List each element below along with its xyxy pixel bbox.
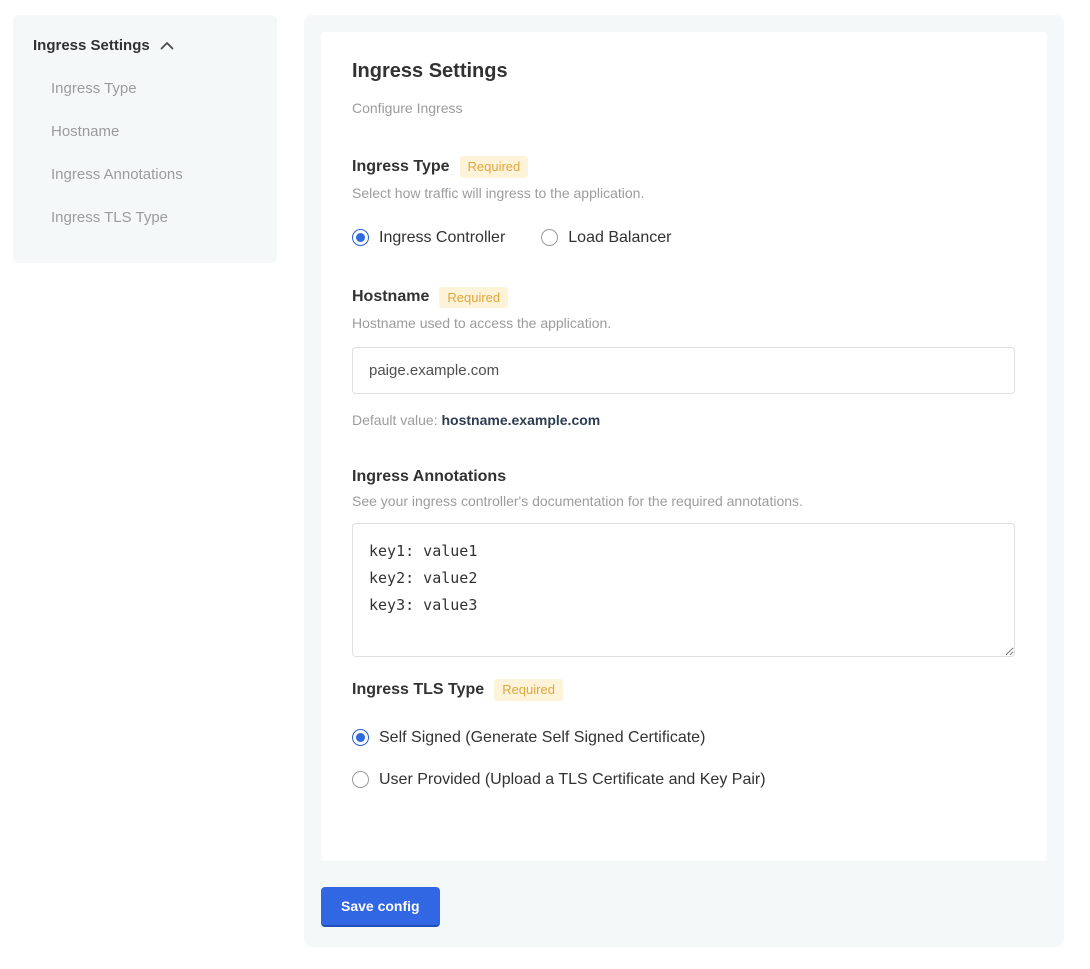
- save-config-button[interactable]: Save config: [321, 887, 440, 927]
- radio-label-self-signed: Self Signed (Generate Self Signed Certif…: [379, 729, 705, 747]
- tls-type-options: Self Signed (Generate Self Signed Certif…: [352, 729, 1016, 789]
- radio-unselected-icon: [541, 229, 558, 246]
- section-ingress-tls-type: Ingress TLS Type Required Self Signed (G…: [352, 679, 1016, 789]
- field-label-row: Ingress Type Required: [352, 156, 1016, 178]
- radio-label-ingress-controller: Ingress Controller: [379, 229, 505, 247]
- radio-selected-icon: [352, 229, 369, 246]
- sidebar-item-ingress-tls-type[interactable]: Ingress TLS Type: [51, 209, 257, 226]
- page-subtitle: Configure Ingress: [352, 100, 1016, 116]
- sidebar-item-ingress-type[interactable]: Ingress Type: [51, 80, 257, 97]
- section-hostname: Hostname Required Hostname used to acces…: [352, 287, 1016, 429]
- config-panel: Ingress Settings Configure Ingress Ingre…: [304, 15, 1064, 947]
- section-ingress-type: Ingress Type Required Select how traffic…: [352, 156, 1016, 247]
- section-ingress-annotations: Ingress Annotations See your ingress con…: [352, 468, 1016, 657]
- config-card: Ingress Settings Configure Ingress Ingre…: [321, 32, 1047, 861]
- radio-unselected-icon: [352, 771, 369, 788]
- field-help-ingress-type: Select how traffic will ingress to the a…: [352, 185, 1016, 201]
- page-title: Ingress Settings: [352, 60, 1016, 83]
- field-label-row: Ingress TLS Type Required: [352, 679, 1016, 701]
- field-label-ingress-type: Ingress Type: [352, 158, 450, 176]
- hostname-input[interactable]: [352, 347, 1015, 394]
- field-help-ingress-annotations: See your ingress controller's documentat…: [352, 493, 1016, 509]
- radio-label-user-provided: User Provided (Upload a TLS Certificate …: [379, 771, 766, 789]
- hostname-default-line: Default value: hostname.example.com: [352, 412, 1016, 428]
- radio-ingress-controller[interactable]: Ingress Controller: [352, 229, 505, 247]
- radio-self-signed[interactable]: Self Signed (Generate Self Signed Certif…: [352, 729, 1016, 747]
- required-badge: Required: [439, 287, 508, 309]
- config-nav-sidebar: Ingress Settings Ingress Type Hostname I…: [13, 15, 277, 263]
- sidebar-group-ingress-settings[interactable]: Ingress Settings: [33, 37, 257, 54]
- sidebar-item-ingress-annotations[interactable]: Ingress Annotations: [51, 166, 257, 183]
- field-label-row: Ingress Annotations: [352, 468, 1016, 486]
- required-badge: Required: [460, 156, 529, 178]
- radio-user-provided[interactable]: User Provided (Upload a TLS Certificate …: [352, 771, 1016, 789]
- field-label-ingress-tls-type: Ingress TLS Type: [352, 681, 484, 699]
- field-label-hostname: Hostname: [352, 288, 429, 306]
- default-value-text: hostname.example.com: [442, 412, 601, 428]
- ingress-annotations-textarea[interactable]: key1: value1 key2: value2 key3: value3: [352, 523, 1015, 657]
- required-badge: Required: [494, 679, 563, 701]
- field-help-hostname: Hostname used to access the application.: [352, 315, 1016, 331]
- sidebar-item-list: Ingress Type Hostname Ingress Annotation…: [33, 80, 257, 226]
- field-label-ingress-annotations: Ingress Annotations: [352, 468, 506, 486]
- field-label-row: Hostname Required: [352, 287, 1016, 309]
- default-value-label: Default value:: [352, 412, 438, 428]
- radio-selected-icon: [352, 729, 369, 746]
- chevron-up-icon: [160, 41, 174, 50]
- radio-load-balancer[interactable]: Load Balancer: [541, 229, 671, 247]
- sidebar-group-label: Ingress Settings: [33, 37, 150, 54]
- ingress-type-options: Ingress Controller Load Balancer: [352, 229, 1016, 247]
- sidebar-item-hostname[interactable]: Hostname: [51, 123, 257, 140]
- radio-label-load-balancer: Load Balancer: [568, 229, 671, 247]
- page: Ingress Settings Ingress Type Hostname I…: [0, 0, 1090, 947]
